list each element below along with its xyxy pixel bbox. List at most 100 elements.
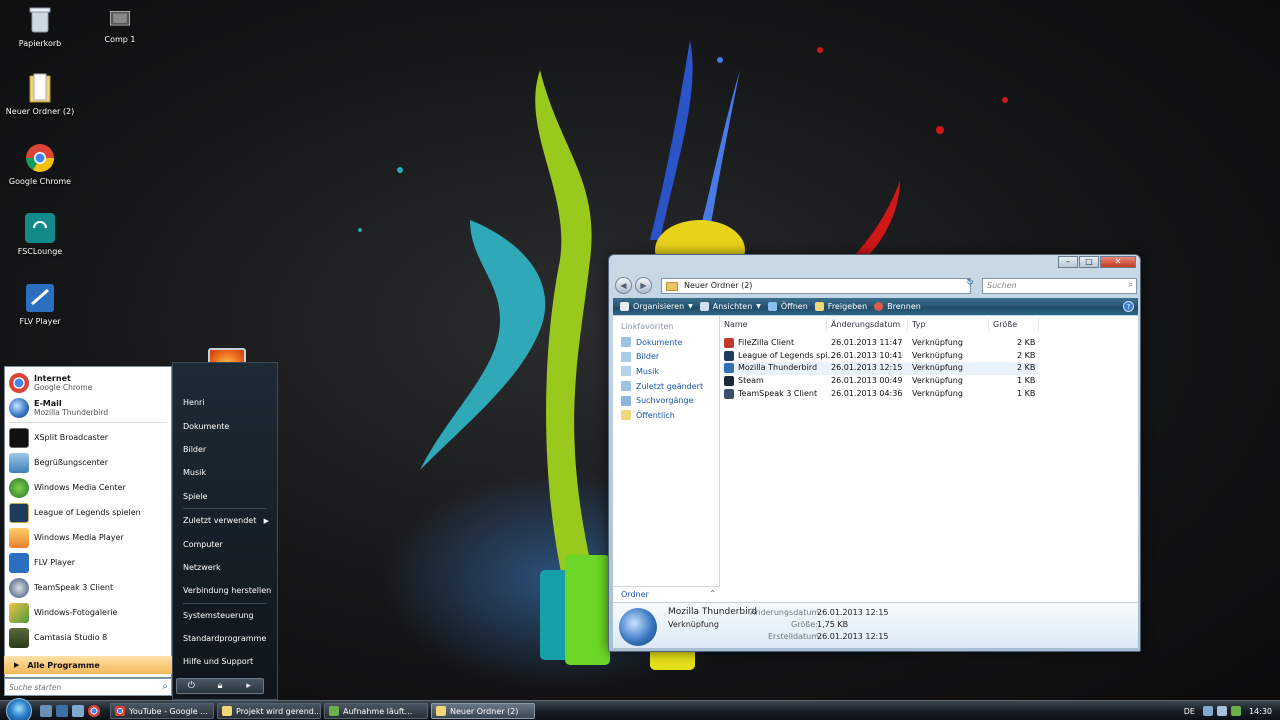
- organize-button[interactable]: Organisieren ▼: [620, 302, 693, 311]
- nav-header: Linkfavoriten: [621, 322, 674, 331]
- column-type[interactable]: Typ: [908, 318, 989, 332]
- nav-item-pictures[interactable]: Bilder: [613, 350, 719, 365]
- league-icon: [9, 502, 29, 523]
- burn-button[interactable]: Brennen: [874, 302, 921, 311]
- open-label: Öffnen: [780, 302, 808, 311]
- pinned-subtitle: Mozilla Thunderbird: [34, 407, 109, 417]
- program-media-center[interactable]: Windows Media Center: [5, 475, 171, 500]
- program-xsplit[interactable]: XSplit Broadcaster: [5, 425, 171, 450]
- tray-app-icon[interactable]: [1230, 706, 1241, 716]
- folders-toggle[interactable]: Ordner ⌃: [613, 586, 720, 602]
- taskbar-button[interactable]: Aufnahme läuft...: [324, 703, 428, 719]
- shortcut-icon: [724, 388, 734, 399]
- desktop-icon-chrome[interactable]: Google Chrome: [0, 142, 80, 186]
- place-documents[interactable]: Dokumente: [173, 414, 277, 437]
- back-button[interactable]: ◀: [615, 277, 632, 294]
- nav-item-music[interactable]: Musik: [613, 364, 719, 379]
- desktop-icon-flv-player[interactable]: FLV Player: [0, 282, 80, 326]
- column-name[interactable]: Name: [720, 318, 827, 332]
- pinned-internet[interactable]: Internet Google Chrome: [5, 370, 171, 395]
- program-photo-gallery[interactable]: Windows-Fotogalerie: [5, 600, 171, 625]
- start-search-input[interactable]: Suche starten ⌕: [4, 678, 172, 696]
- network-icon[interactable]: [1202, 706, 1213, 716]
- media-player-icon: [9, 527, 29, 548]
- details-created: 26.01.2013 12:15: [817, 632, 889, 641]
- language-indicator[interactable]: DE: [1184, 707, 1195, 716]
- place-recent[interactable]: Zuletzt verwendet ▶: [173, 509, 277, 532]
- show-desktop-icon[interactable]: [40, 705, 52, 717]
- desktop-icon-fsclounge[interactable]: FSCLounge: [0, 212, 80, 256]
- clock[interactable]: 14:30: [1249, 707, 1272, 716]
- program-flv-player[interactable]: FLV Player: [5, 550, 171, 575]
- file-row[interactable]: Steam 26.01.2013 00:49 Verknüpfung 1 KB: [722, 375, 1038, 388]
- refresh-icon[interactable]: ↻: [963, 278, 977, 294]
- file-row[interactable]: League of Legends spi... 26.01.2013 10:41…: [722, 350, 1038, 363]
- desktop-icon-recycle-bin[interactable]: Papierkorb: [0, 4, 80, 48]
- program-teamspeak[interactable]: TeamSpeak 3 Client: [5, 575, 171, 600]
- power-icon[interactable]: ⏻: [177, 681, 206, 691]
- file-row[interactable]: FileZilla Client 26.01.2013 11:47 Verknüpf…: [722, 337, 1038, 350]
- chrome-icon[interactable]: [88, 705, 100, 717]
- nav-item-searches[interactable]: Suchvorgänge: [613, 393, 719, 408]
- place-connect[interactable]: Verbindung herstellen: [173, 579, 277, 602]
- program-label: TeamSpeak 3 Client: [34, 583, 114, 592]
- program-camtasia[interactable]: Camtasia Studio 8: [5, 625, 171, 650]
- maximize-button[interactable]: □: [1079, 256, 1099, 268]
- place-user[interactable]: Henri: [173, 391, 277, 414]
- place-games[interactable]: Spiele: [173, 485, 277, 508]
- file-date: 26.01.2013 04:36: [831, 388, 903, 398]
- program-welcome-center[interactable]: Begrüßungscenter: [5, 450, 171, 475]
- recycle-bin-icon: [29, 7, 51, 33]
- views-button[interactable]: Ansichten ▼: [699, 302, 761, 311]
- place-help[interactable]: Hilfe und Support: [173, 650, 277, 673]
- column-size[interactable]: Größe: [989, 318, 1039, 332]
- taskbar-button[interactable]: YouTube - Google ...: [110, 703, 214, 719]
- arrow-right-icon[interactable]: ▸: [234, 681, 263, 691]
- share-button[interactable]: Freigeben: [814, 302, 867, 311]
- place-control-panel[interactable]: Systemsteuerung: [173, 604, 277, 627]
- place-network[interactable]: Netzwerk: [173, 556, 277, 579]
- place-label: Hilfe und Support: [183, 657, 254, 667]
- column-date[interactable]: Änderungsdatum: [827, 318, 908, 332]
- start-button[interactable]: [6, 698, 32, 720]
- burn-label: Brennen: [887, 302, 921, 311]
- place-music[interactable]: Musik: [173, 461, 277, 484]
- file-row[interactable]: Mozilla Thunderbird 26.01.2013 12:15 Verkn…: [722, 362, 1038, 376]
- explorer-search-input[interactable]: Suchen ⌕: [982, 278, 1137, 294]
- arrow-right-icon: ▶: [14, 661, 20, 669]
- file-date: 26.01.2013 00:49: [831, 376, 903, 386]
- place-default-programs[interactable]: Standardprogramme: [173, 627, 277, 650]
- minimize-button[interactable]: –: [1058, 256, 1078, 268]
- file-row[interactable]: TeamSpeak 3 Client 26.01.2013 04:36 Verknü…: [722, 388, 1038, 401]
- place-pictures[interactable]: Bilder: [173, 438, 277, 461]
- help-icon[interactable]: ?: [1123, 301, 1134, 312]
- column-label: Typ: [912, 320, 926, 329]
- close-button[interactable]: ✕: [1100, 256, 1136, 268]
- taskbar-button[interactable]: Projekt wird gerend...: [217, 703, 321, 719]
- documents-icon: [621, 337, 631, 348]
- place-computer[interactable]: Computer: [173, 532, 277, 555]
- address-bar[interactable]: Neuer Ordner (2): [661, 278, 971, 294]
- lock-icon[interactable]: 🔒︎: [206, 681, 235, 691]
- nav-item-documents[interactable]: Dokumente: [613, 335, 719, 350]
- all-programs-button[interactable]: ▶ Alle Programme: [4, 656, 172, 674]
- nav-item-public[interactable]: Öffentlich: [613, 408, 719, 423]
- switch-windows-icon[interactable]: [56, 705, 68, 717]
- nav-item-recent[interactable]: Zuletzt geändert: [613, 379, 719, 394]
- program-media-player[interactable]: Windows Media Player: [5, 525, 171, 550]
- views-label: Ansichten: [712, 302, 753, 311]
- open-button[interactable]: Öffnen: [767, 302, 808, 311]
- divider: [9, 422, 167, 423]
- forward-button[interactable]: ▶: [635, 277, 652, 294]
- taskbar-button[interactable]: Neuer Ordner (2): [431, 703, 535, 719]
- start-menu-programs: Internet Google Chrome E-Mail Mozilla Thun…: [4, 366, 172, 678]
- file-name: Steam: [738, 376, 764, 386]
- desktop-icon-comp1[interactable]: Comp 1: [80, 10, 160, 44]
- program-league[interactable]: League of Legends spielen: [5, 500, 171, 525]
- pinned-email[interactable]: E-Mail Mozilla Thunderbird: [5, 395, 171, 420]
- pinned-title: E-Mail: [34, 398, 62, 408]
- volume-icon[interactable]: [1216, 706, 1227, 716]
- desktop-icon-folder[interactable]: Neuer Ordner (2): [0, 72, 80, 116]
- program-label: Camtasia Studio 8: [34, 633, 108, 642]
- explorer-icon[interactable]: [72, 705, 84, 717]
